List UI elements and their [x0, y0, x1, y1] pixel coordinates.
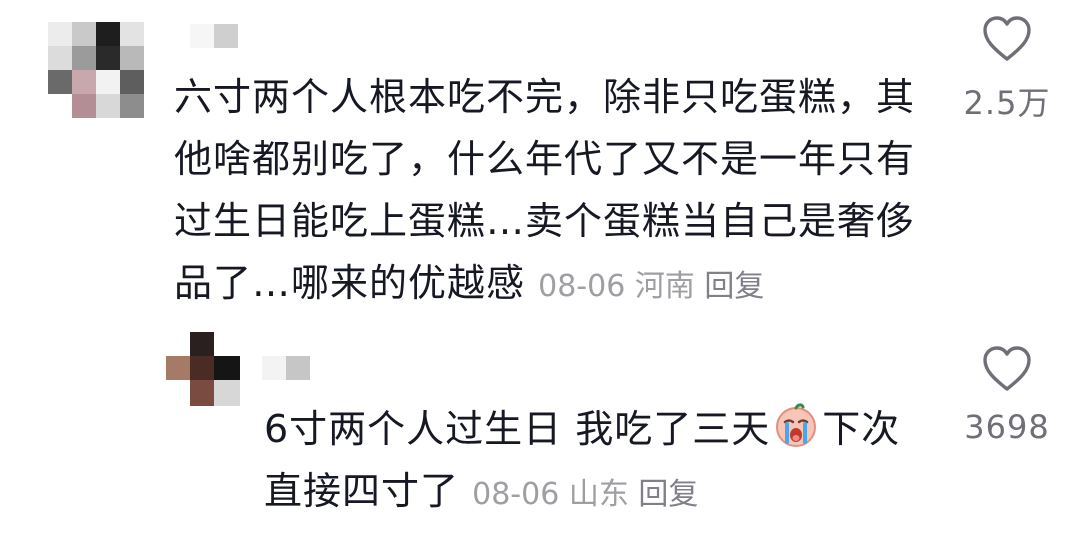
avatar[interactable]: [166, 332, 240, 406]
crying-face-emoji-icon: [776, 403, 817, 447]
avatar[interactable]: [48, 22, 144, 118]
reply-date: 08-06: [472, 477, 560, 512]
comment-location: 河南: [634, 269, 695, 304]
heart-outline-icon[interactable]: [981, 14, 1033, 64]
like-count: 3698: [964, 408, 1050, 446]
comment-text: 六寸两个人根本吃不完，除非只吃蛋糕，其他啥都别吃了，什么年代了又不是一年只有过生…: [174, 66, 934, 318]
heart-outline-icon[interactable]: [981, 344, 1033, 394]
comment-meta: 08-06 河南 回复: [538, 269, 764, 304]
like-button[interactable]: 2.5万: [952, 14, 1062, 124]
like-button[interactable]: 3698: [952, 344, 1062, 446]
reply-meta: 08-06 山东 回复: [472, 477, 698, 512]
reply-button[interactable]: 回复: [704, 269, 764, 304]
reply-location: 山东: [568, 477, 629, 512]
reply-text: 6寸两个人过生日 我吃了三天 下次直接四寸了 08-06 山东 回复: [264, 398, 924, 526]
username[interactable]: [262, 356, 312, 380]
reply-body-part-1: 6寸两个人过生日 我吃了三天: [264, 407, 771, 451]
reply-button[interactable]: 回复: [638, 477, 698, 512]
username[interactable]: [190, 24, 240, 48]
like-count: 2.5万: [963, 84, 1051, 122]
comment-date: 08-06: [538, 269, 626, 304]
